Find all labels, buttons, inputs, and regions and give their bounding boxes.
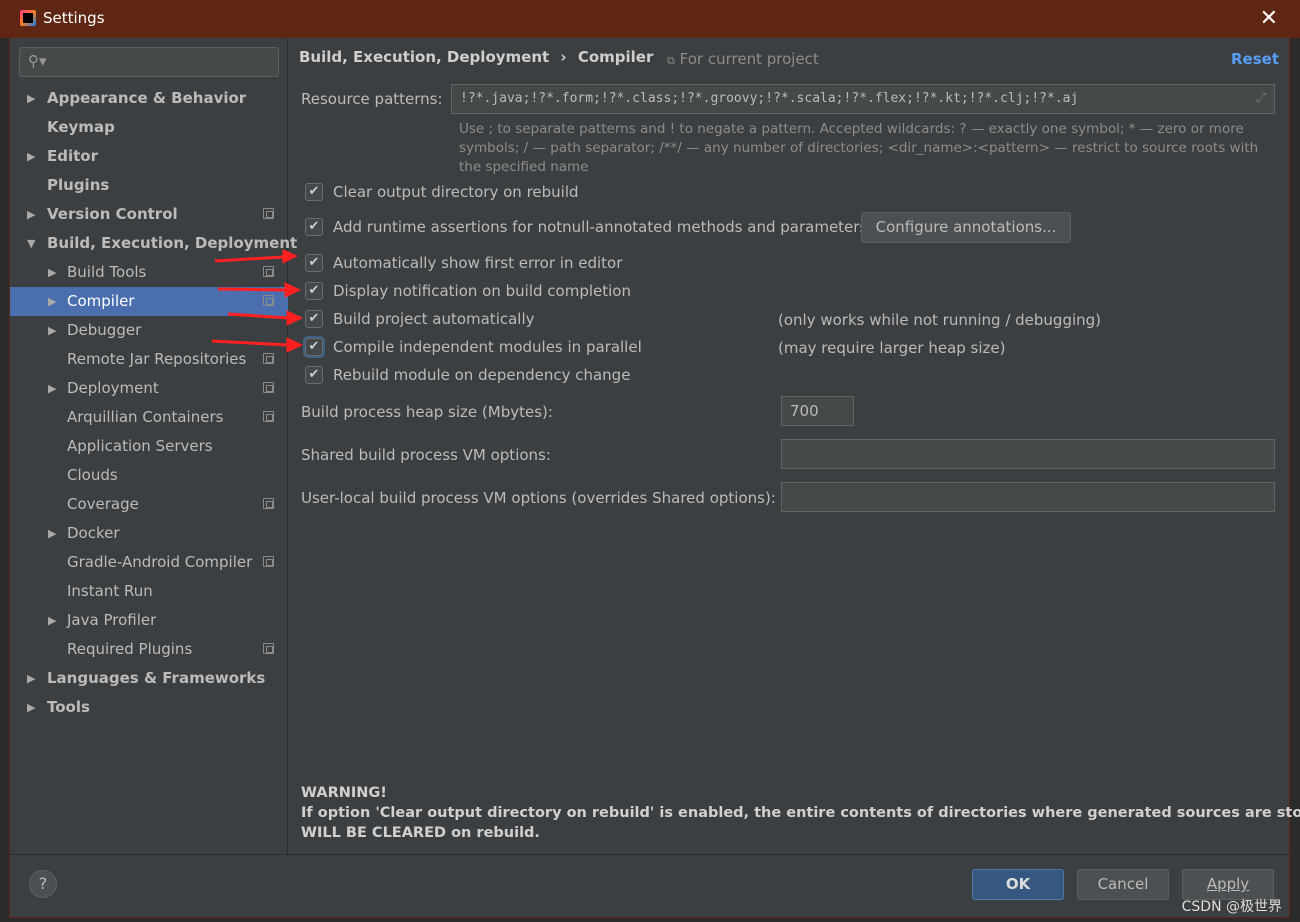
user-vm-input[interactable] bbox=[781, 482, 1275, 512]
shared-vm-input[interactable] bbox=[781, 439, 1275, 469]
red-arrow-head bbox=[282, 249, 299, 264]
option-checkbox[interactable]: ✔ Clear output directory on rebuild bbox=[305, 181, 579, 203]
compiler-panel: Build, Execution, Deployment › Compiler … bbox=[289, 38, 1300, 854]
warning-title: WARNING! bbox=[301, 785, 387, 801]
option-checkbox[interactable]: ✔ Compile independent modules in parallel bbox=[305, 336, 642, 358]
scope-label: ⧉ For current project bbox=[667, 50, 819, 68]
ok-button[interactable]: OK bbox=[972, 869, 1064, 900]
warning-line1: If option 'Clear output directory on reb… bbox=[301, 805, 1300, 821]
option-label: Build project automatically bbox=[333, 310, 535, 328]
red-arrow bbox=[214, 255, 284, 263]
configure-annotations-button[interactable]: Configure annotations... bbox=[861, 212, 1071, 243]
breadcrumb-separator: › bbox=[560, 48, 567, 66]
heap-size-input[interactable]: 700 bbox=[781, 396, 854, 426]
red-arrow bbox=[217, 287, 288, 292]
warning-line2: WILL BE CLEARED on rebuild. bbox=[301, 825, 540, 841]
cancel-button[interactable]: Cancel bbox=[1077, 869, 1169, 900]
reset-link[interactable]: Reset bbox=[1231, 50, 1279, 68]
red-arrow-head bbox=[286, 310, 304, 326]
option-checkbox[interactable]: ✔ Build project automatically bbox=[305, 308, 535, 330]
red-arrow-head bbox=[284, 282, 302, 298]
option-checkbox[interactable]: ✔ Automatically show first error in edito… bbox=[305, 252, 622, 274]
option-checkbox[interactable]: ✔ Display notification on build completio… bbox=[305, 280, 631, 302]
build-auto-note: (only works while not running / debuggin… bbox=[778, 311, 1102, 329]
resource-patterns-hint: Use ; to separate patterns and ! to nega… bbox=[459, 121, 1259, 175]
option-label: Display notification on build completion bbox=[333, 282, 631, 300]
project-icon: ⧉ bbox=[667, 54, 675, 67]
option-label: Compile independent modules in parallel bbox=[333, 338, 642, 356]
option-label: Clear output directory on rebuild bbox=[333, 183, 579, 201]
breadcrumb-parent[interactable]: Build, Execution, Deployment bbox=[299, 48, 549, 66]
option-label: Automatically show first error in editor bbox=[333, 254, 623, 272]
expand-icon[interactable]: ⤢ bbox=[1256, 85, 1266, 113]
option-checkbox[interactable]: ✔ Add runtime assertions for notnull-anno… bbox=[305, 216, 867, 238]
heap-label: Build process heap size (Mbytes): bbox=[301, 403, 553, 421]
option-label: Rebuild module on dependency change bbox=[333, 366, 631, 384]
close-icon[interactable]: ✕ bbox=[1260, 6, 1278, 31]
shared-vm-label: Shared build process VM options: bbox=[301, 446, 551, 464]
red-arrow bbox=[211, 339, 289, 347]
red-arrow-head bbox=[286, 337, 304, 353]
red-arrow bbox=[227, 312, 289, 320]
option-label: Add runtime assertions for notnull-annot… bbox=[333, 218, 868, 236]
parallel-note: (may require larger heap size) bbox=[778, 339, 1006, 357]
resource-patterns-input[interactable]: !?*.java;!?*.form;!?*.class;!?*.groovy;!… bbox=[451, 84, 1275, 114]
breadcrumb-current: Compiler bbox=[577, 48, 654, 66]
warning-text: WARNING! If option 'Clear output directo… bbox=[301, 783, 1300, 843]
annotation-arrows bbox=[211, 249, 304, 353]
watermark: CSDN @极世界 bbox=[1181, 899, 1282, 915]
user-vm-label: User-local build process VM options (ove… bbox=[301, 489, 776, 507]
resource-patterns-label: Resource patterns: bbox=[301, 90, 443, 108]
breadcrumb: Build, Execution, Deployment › Compiler bbox=[299, 48, 653, 66]
option-checkbox[interactable]: ✔ Rebuild module on dependency change bbox=[305, 364, 630, 386]
